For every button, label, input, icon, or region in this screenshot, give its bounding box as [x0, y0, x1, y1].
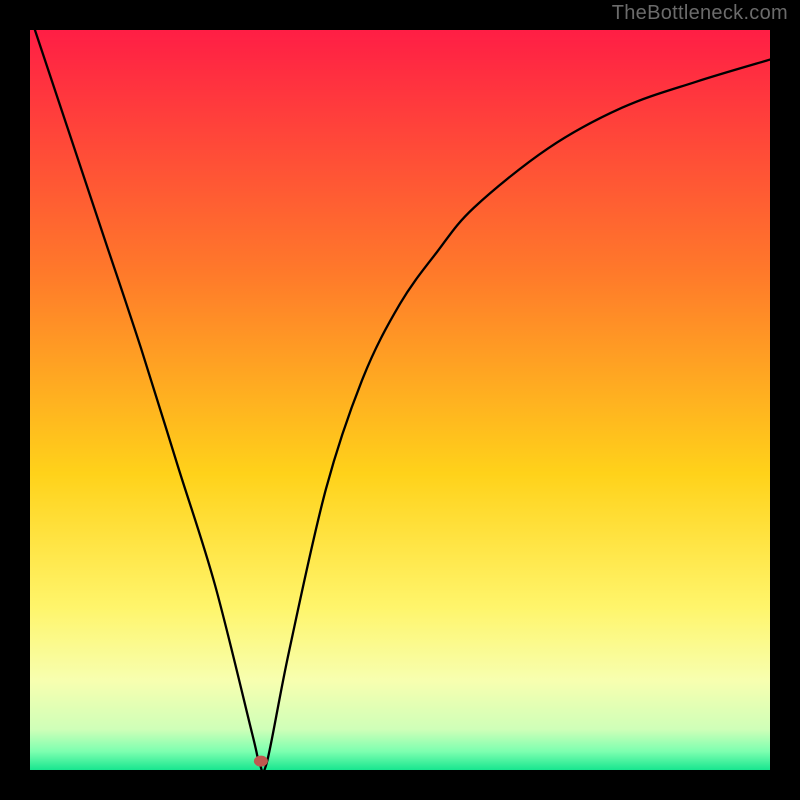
chart-frame: TheBottleneck.com — [0, 0, 800, 800]
chart-svg — [30, 30, 770, 770]
plot-area — [30, 30, 770, 770]
gradient-rect — [30, 30, 770, 770]
watermark-text: TheBottleneck.com — [612, 2, 788, 25]
minimum-marker — [254, 756, 268, 767]
